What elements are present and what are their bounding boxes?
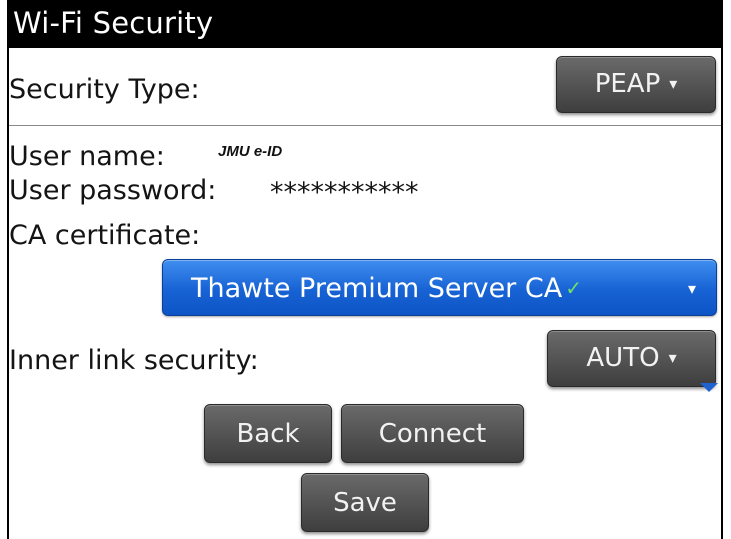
ca-certificate-value: Thawte Premium Server CA: [191, 273, 563, 304]
back-button[interactable]: Back: [204, 404, 332, 463]
inner-link-security-dropdown[interactable]: AUTO ▾: [547, 330, 716, 387]
user-password-label: User password:: [9, 175, 217, 206]
chevron-down-icon: ▾: [687, 279, 696, 298]
security-type-dropdown[interactable]: PEAP ▾: [556, 56, 716, 113]
security-type-label: Security Type:: [9, 74, 200, 105]
inner-link-security-value: AUTO: [586, 343, 660, 373]
screen-title: Wi-Fi Security: [13, 6, 214, 40]
chevron-down-icon: ▾: [668, 348, 677, 367]
right-border: [721, 0, 723, 539]
wifi-security-screen: Wi-Fi Security Security Type: PEAP ▾ User…: [0, 0, 731, 539]
connect-button[interactable]: Connect: [341, 404, 524, 463]
ca-certificate-label: CA certificate:: [9, 220, 201, 251]
scroll-down-indicator-icon: [700, 383, 718, 392]
inner-link-security-label: Inner link security:: [9, 345, 259, 376]
section-divider: [9, 125, 721, 126]
check-icon: ✓: [565, 276, 582, 300]
title-bar: Wi-Fi Security: [9, 0, 721, 48]
user-name-field[interactable]: JMU e-ID: [218, 143, 282, 160]
security-type-value: PEAP: [594, 69, 661, 99]
save-button[interactable]: Save: [301, 473, 429, 532]
user-password-field[interactable]: ***********: [270, 176, 419, 210]
ca-certificate-dropdown[interactable]: Thawte Premium Server CA ✓ ▾: [162, 259, 717, 316]
user-name-label: User name:: [9, 141, 165, 172]
chevron-down-icon: ▾: [669, 74, 678, 93]
